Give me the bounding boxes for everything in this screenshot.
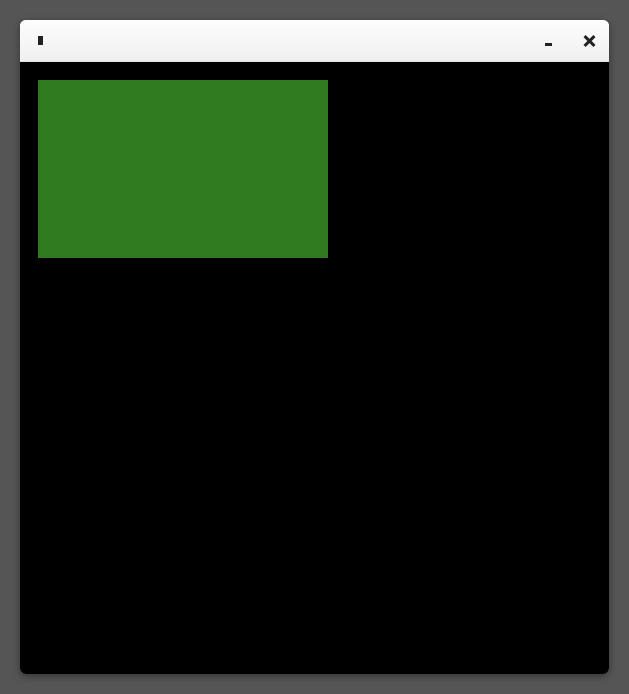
- titlebar[interactable]: [20, 20, 609, 62]
- canvas-area: [20, 62, 609, 674]
- titlebar-left: [34, 35, 54, 47]
- application-window: [20, 20, 609, 674]
- close-icon[interactable]: [583, 35, 595, 47]
- rectangle-shape: [38, 80, 328, 258]
- titlebar-right: [545, 35, 595, 47]
- app-icon: [34, 35, 46, 47]
- minimize-icon[interactable]: [545, 36, 555, 46]
